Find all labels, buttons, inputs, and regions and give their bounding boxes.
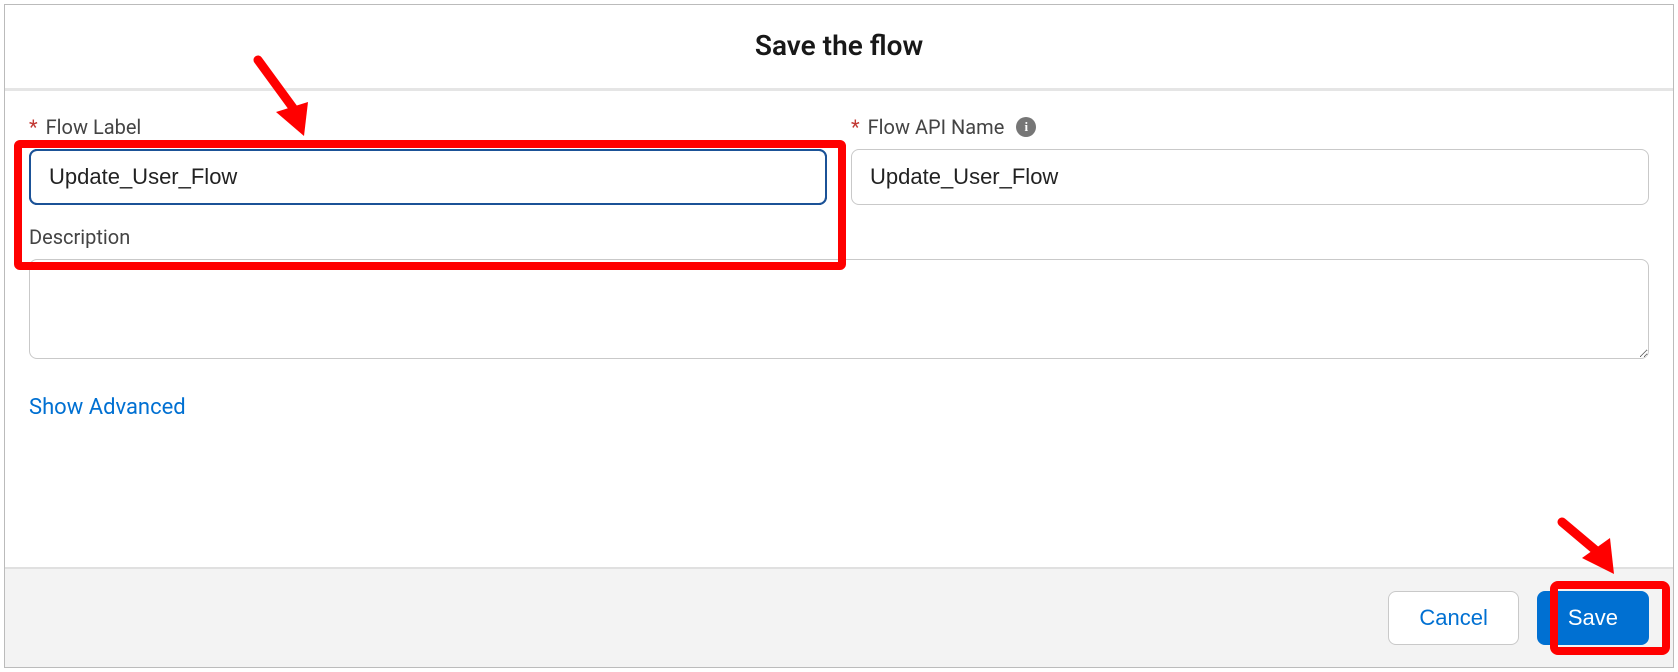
show-advanced-link[interactable]: Show Advanced: [29, 395, 186, 420]
flow-api-name-group: * Flow API Name i: [851, 115, 1649, 205]
info-icon[interactable]: i: [1016, 117, 1036, 137]
modal-title: Save the flow: [5, 29, 1673, 62]
flow-label-group: * Flow Label: [29, 115, 827, 205]
flow-label-text: Flow Label: [46, 115, 142, 139]
modal-header: Save the flow: [5, 5, 1673, 91]
description-group: Description: [29, 225, 1649, 359]
save-button[interactable]: Save: [1537, 591, 1649, 645]
flow-api-name-text: Flow API Name: [868, 115, 1005, 139]
modal-footer: Cancel Save: [5, 567, 1673, 667]
flow-label-label: * Flow Label: [29, 115, 827, 139]
description-label: Description: [29, 225, 1649, 249]
form-row-top: * Flow Label * Flow API Name i: [29, 115, 1649, 205]
save-flow-modal: Save the flow * Flow Label * Flow API Na…: [4, 4, 1674, 668]
description-input[interactable]: [29, 259, 1649, 359]
description-label-text: Description: [29, 225, 130, 249]
flow-api-name-label: * Flow API Name i: [851, 115, 1649, 139]
flow-label-input[interactable]: [29, 149, 827, 205]
modal-body: * Flow Label * Flow API Name i Descripti…: [5, 91, 1673, 567]
flow-api-name-input[interactable]: [851, 149, 1649, 205]
required-asterisk: *: [29, 115, 38, 139]
cancel-button[interactable]: Cancel: [1388, 591, 1518, 645]
required-asterisk: *: [851, 115, 860, 139]
